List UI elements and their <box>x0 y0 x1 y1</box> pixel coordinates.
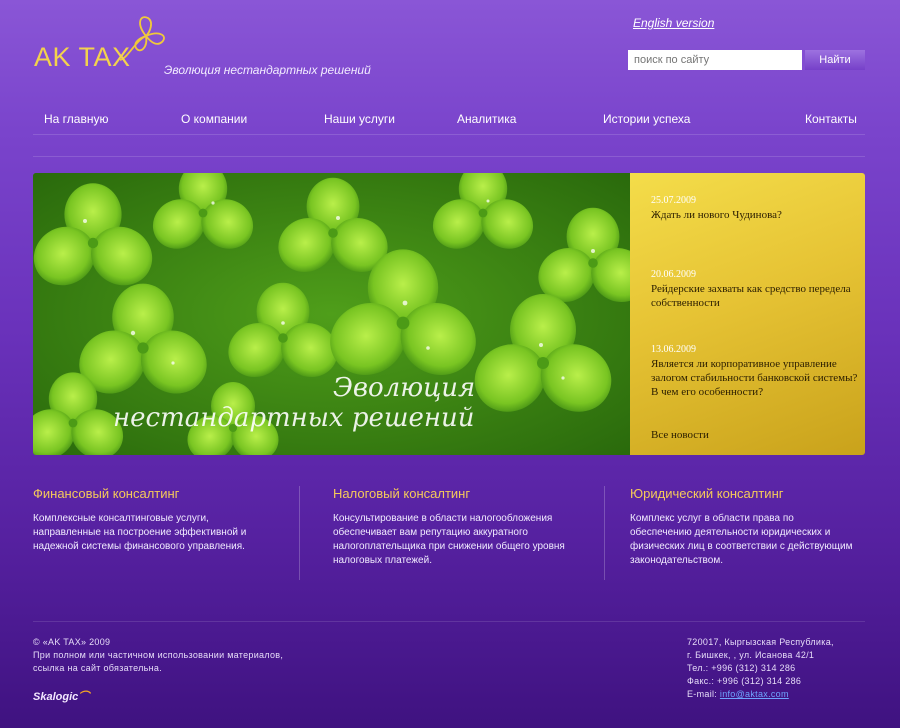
nav-item-services[interactable]: Наши услуги <box>324 112 395 126</box>
service-column-legal: Юридический консалтинг Комплекс услуг в … <box>630 486 855 568</box>
page: AK TAX Эволюция нестандартных решений En… <box>0 0 900 728</box>
address-line2: г. Бишкек, , ул. Исанова 42/1 <box>687 650 815 660</box>
copy-notice-line1: При полном или частичном использовании м… <box>33 650 284 660</box>
logo[interactable]: AK TAX <box>34 14 184 76</box>
service-description: Консультирование в области налогообложен… <box>333 513 565 566</box>
all-news-link[interactable]: Все новости <box>651 429 709 441</box>
news-date: 25.07.2009 <box>651 195 696 206</box>
phone: Тел.: +996 (312) 314 286 <box>687 663 796 673</box>
tagline: Эволюция нестандартных решений <box>164 63 371 77</box>
email-label: E-mail: <box>687 689 720 699</box>
swoosh-icon: ⌒ <box>78 691 90 703</box>
copyright-text: © «AK TAX» 2009 <box>33 637 111 647</box>
service-column-tax: Налоговый консалтинг Консультирование в … <box>333 486 578 568</box>
nav-item-analytics[interactable]: Аналитика <box>457 112 516 126</box>
footer-copyright-block: © «AK TAX» 2009 При полном или частичном… <box>33 636 283 675</box>
service-column-financial: Финансовый консалтинг Комплексные консал… <box>33 486 263 554</box>
search-input[interactable] <box>628 50 802 70</box>
main-nav: На главную О компании Наши услуги Аналит… <box>33 104 865 136</box>
banner-caption-line1: Эволюция <box>333 373 476 403</box>
news-date: 13.06.2009 <box>651 344 696 355</box>
email-link[interactable]: info@aktax.com <box>720 689 789 699</box>
nav-item-success-stories[interactable]: Истории успеха <box>603 112 690 126</box>
logo-text: AK TAX <box>34 42 131 72</box>
copy-notice-line2: ссылка на сайт обязательна. <box>33 663 163 673</box>
fax: Факс.: +996 (312) 314 286 <box>687 676 802 686</box>
service-title[interactable]: Финансовый консалтинг <box>33 486 263 501</box>
news-title-link[interactable]: Рейдерские захваты как средство передела… <box>651 282 859 310</box>
news-title-link[interactable]: Ждать ли нового Чудинова? <box>651 208 859 222</box>
search-button[interactable]: Найти <box>805 50 865 70</box>
address-line1: 720017, Кыргызская Республика, <box>687 637 834 647</box>
english-version-link[interactable]: English version <box>633 16 714 30</box>
email-row: E-mail: info@aktax.com <box>687 688 834 701</box>
nav-item-contacts[interactable]: Контакты <box>805 112 857 126</box>
news-date: 20.06.2009 <box>651 269 696 280</box>
service-description: Комплексные консалтинговые услуги, напра… <box>33 513 247 552</box>
nav-item-home[interactable]: На главную <box>44 112 108 126</box>
studio-logo-text: Skalogic <box>33 691 79 703</box>
column-divider <box>299 486 300 580</box>
news-title-link[interactable]: Является ли корпоративное управление зал… <box>651 357 859 399</box>
service-description: Комплекс услуг в области права по обеспе… <box>630 513 853 566</box>
service-title[interactable]: Юридический консалтинг <box>630 486 855 501</box>
nav-divider-bottom <box>33 156 865 157</box>
banner-caption-line2: нестандартных решений <box>113 403 475 433</box>
footer-divider <box>33 621 865 622</box>
hero-banner: Эволюция нестандартных решений 25.07.200… <box>33 173 865 455</box>
column-divider <box>604 486 605 580</box>
footer-contacts-block: 720017, Кыргызская Республика, г. Бишкек… <box>687 636 834 701</box>
nav-item-about[interactable]: О компании <box>181 112 247 126</box>
news-panel: 25.07.2009 Ждать ли нового Чудинова? 20.… <box>630 173 865 455</box>
service-title[interactable]: Налоговый консалтинг <box>333 486 578 501</box>
studio-logo-link[interactable]: Skalogic⌒ <box>33 688 89 704</box>
